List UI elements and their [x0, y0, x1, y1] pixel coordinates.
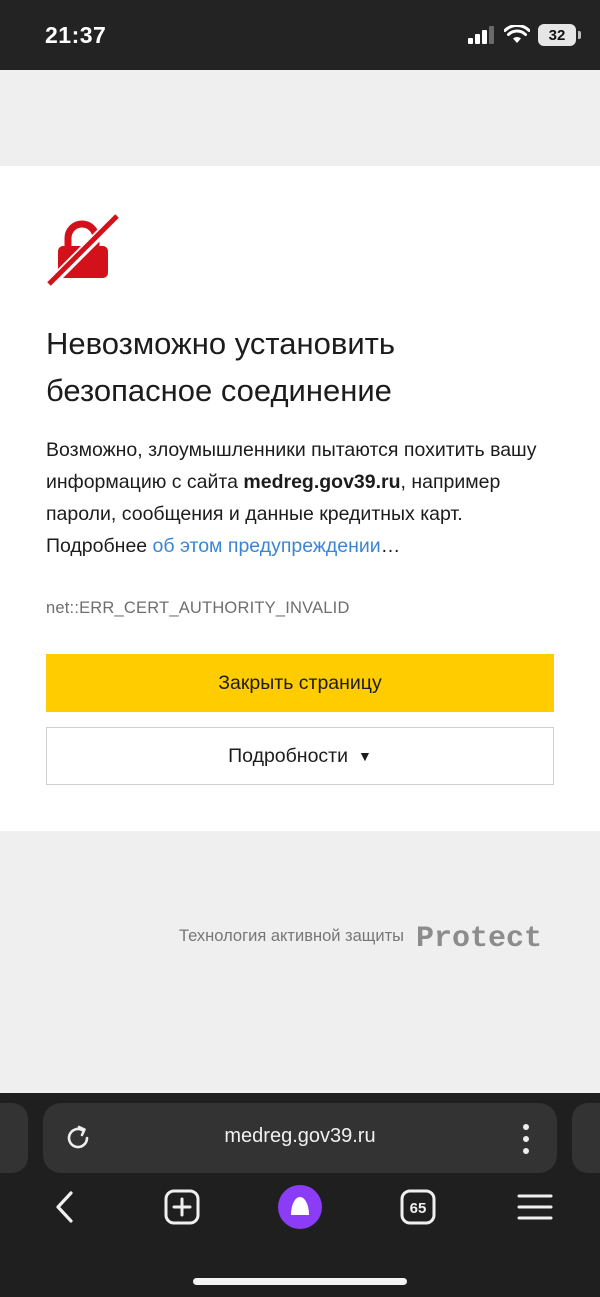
desc-ellipsis: …	[380, 535, 401, 557]
chevron-left-icon	[56, 1191, 73, 1223]
protect-footer: Технология активной защиты Protect	[179, 918, 554, 954]
tabs-count-icon: 65	[400, 1189, 436, 1225]
battery-indicator: 32	[538, 24, 581, 46]
back-button[interactable]	[43, 1185, 87, 1229]
hamburger-menu-icon	[517, 1194, 553, 1220]
protect-logo: Protect	[416, 922, 542, 954]
caret-down-icon: ▼	[358, 748, 372, 764]
alice-assistant-button[interactable]	[278, 1185, 322, 1229]
wifi-icon	[504, 25, 530, 43]
error-card: Невозможно установить безопасное соедине…	[0, 166, 600, 831]
close-page-label: Закрыть страницу	[218, 671, 382, 694]
top-spacer	[0, 70, 600, 166]
plus-square-icon	[164, 1189, 200, 1225]
page-title: Невозможно установить безопасное соедине…	[46, 320, 566, 414]
tabs-button[interactable]: 65	[396, 1185, 440, 1229]
error-description: Возможно, злоумышленники пытаются похити…	[46, 434, 566, 562]
previous-tab-preview[interactable]	[0, 1103, 28, 1173]
menu-button[interactable]	[513, 1185, 557, 1229]
status-bar: 21:37 32	[0, 0, 600, 70]
details-label: Подробности	[228, 744, 348, 767]
close-page-button[interactable]: Закрыть страницу	[46, 654, 554, 712]
alice-icon	[278, 1185, 322, 1229]
browser-bar: medreg.gov39.ru 65	[0, 1093, 600, 1297]
error-code: net::ERR_CERT_AUTHORITY_INVALID	[46, 599, 350, 617]
home-indicator[interactable]	[193, 1278, 407, 1285]
url-text[interactable]: medreg.gov39.ru	[43, 1125, 557, 1148]
title-line-2: безопасное соединение	[46, 373, 392, 408]
bottom-navigation: 65	[0, 1185, 600, 1245]
site-domain: medreg.gov39.ru	[243, 471, 401, 493]
warning-details-link[interactable]: об этом предупреждении	[153, 535, 381, 557]
details-button[interactable]: Подробности ▼	[46, 727, 554, 785]
address-bar[interactable]: medreg.gov39.ru	[43, 1103, 557, 1173]
cellular-signal-icon	[468, 26, 494, 44]
protect-caption: Технология активной защиты	[178, 926, 404, 945]
status-time: 21:37	[45, 22, 107, 48]
new-tab-button[interactable]	[160, 1185, 204, 1229]
status-icons: 32	[468, 24, 581, 46]
broken-lock-icon	[46, 212, 122, 288]
tabs-count: 65	[410, 1200, 427, 1217]
next-tab-preview[interactable]	[572, 1103, 600, 1173]
more-options-icon[interactable]	[521, 1123, 531, 1155]
protect-logo-text: Protect	[416, 922, 542, 954]
title-line-1: Невозможно установить	[46, 326, 396, 361]
